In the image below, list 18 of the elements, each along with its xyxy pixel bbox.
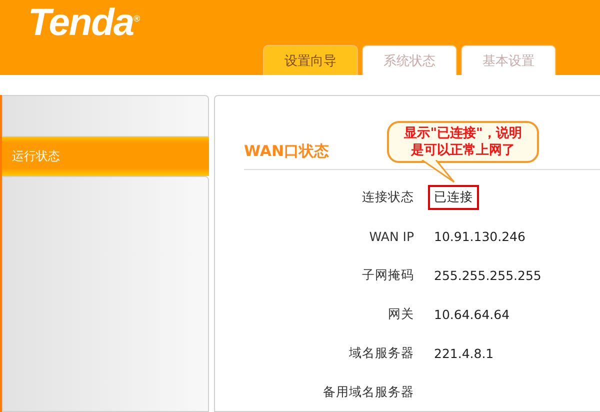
sidebar-item[interactable]: 运行状态: [2, 137, 209, 176]
field-label: 域名服务器: [348, 344, 414, 362]
field-label: 子网掩码: [361, 266, 414, 284]
field-label: WAN IP: [368, 228, 414, 244]
field-value: 221.4.8.1: [433, 344, 495, 362]
nav-tab[interactable]: 基本设置: [461, 45, 556, 75]
callout-text: 是可以正常上网了: [411, 142, 515, 159]
field-value: 10.64.64.64: [433, 306, 511, 324]
nav-tab[interactable]: 系统状态: [362, 45, 457, 75]
field-label: 网关: [387, 306, 414, 322]
field-value: 已连接: [428, 184, 479, 210]
callout-text: 显示"已连接"，说明: [404, 125, 522, 142]
field-value: 255.255.255.255: [433, 266, 542, 284]
nav-tab[interactable]: 设置向导: [263, 45, 358, 75]
field-value: 10.91.130.246: [433, 228, 526, 246]
field-label: 备用域名服务器: [322, 384, 414, 400]
logo: Tenda$^{®}$: [28, 2, 140, 45]
field-label: 连接状态: [361, 188, 414, 206]
